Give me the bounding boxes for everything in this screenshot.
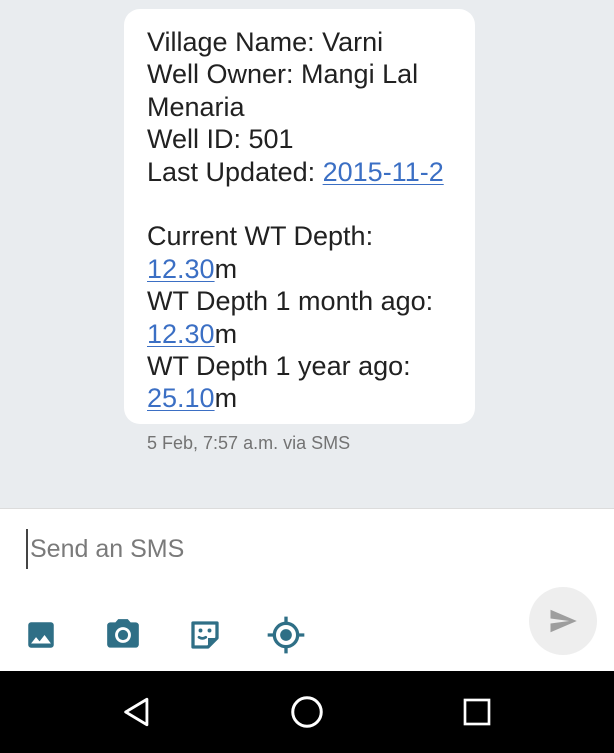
unit: m [214,253,238,284]
last-updated-line: Last Updated: 2015-11-2 [147,156,459,188]
composer [0,508,614,671]
last-updated-label: Last Updated: [147,156,323,187]
sticker-icon[interactable] [185,615,225,655]
message-timestamp: 5 Feb, 7:57 a.m. via SMS [147,433,351,453]
current-depth-line: 12.30m [147,253,459,285]
sms-input[interactable] [26,529,500,569]
unit: m [214,383,238,414]
conversation-area: Village Name: Varni Well Owner: Mangi La… [0,0,614,508]
current-depth-label: Current WT Depth: [147,221,374,252]
navigation-bar [0,671,614,753]
home-icon[interactable] [285,692,329,732]
send-button[interactable] [529,587,597,655]
month-depth-line: 12.30m [147,318,459,350]
well-id-line: Well ID: 501 [147,124,294,155]
location-icon[interactable] [266,615,306,655]
well-owner-line-cont: Menaria [147,91,245,122]
unit: m [214,318,238,349]
recents-icon[interactable] [455,692,499,732]
well-owner-line: Well Owner: Mangi Lal [147,59,419,90]
month-depth-link[interactable]: 12.30 [147,319,215,349]
send-icon [550,609,577,633]
year-depth-label: WT Depth 1 year ago: [147,351,411,382]
year-depth-line: 25.10m [147,382,459,414]
camera-icon[interactable] [103,615,143,655]
image-icon[interactable] [21,615,61,655]
year-depth-link[interactable]: 25.10 [147,383,215,413]
back-icon[interactable] [115,692,159,732]
month-depth-label: WT Depth 1 month ago: [147,286,434,317]
village-name-line: Village Name: Varni [147,27,384,57]
last-updated-date-link[interactable]: 2015-11-2 [323,157,444,187]
message-bubble: Village Name: Varni Well Owner: Mangi La… [124,9,475,424]
current-depth-link[interactable]: 12.30 [147,254,215,284]
